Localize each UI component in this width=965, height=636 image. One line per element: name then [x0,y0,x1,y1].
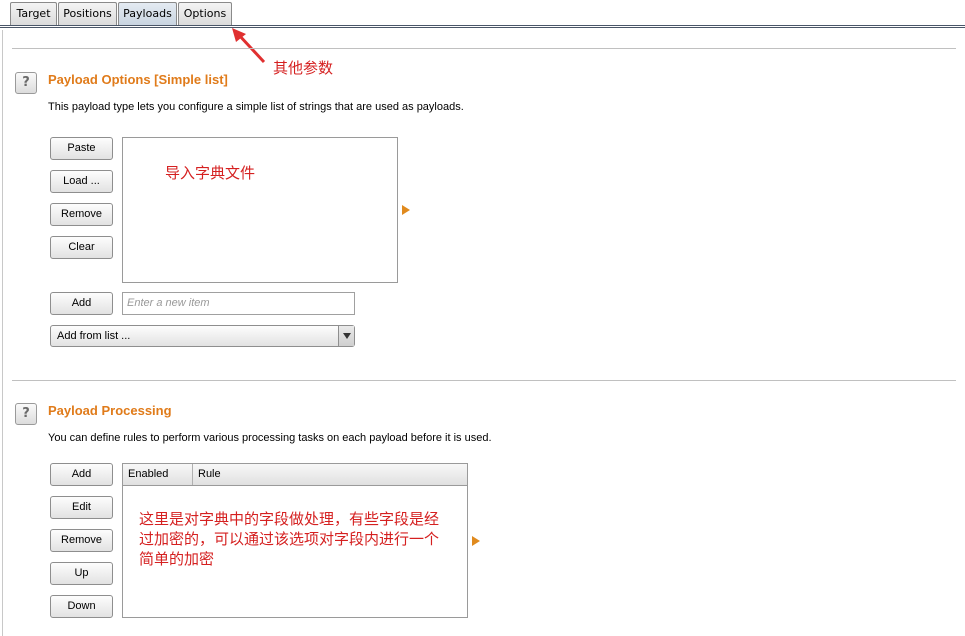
help-icon[interactable]: ? [15,72,37,94]
new-item-input[interactable]: Enter a new item [122,292,355,315]
rules-table-header: Enabled Rule [123,464,467,486]
annotation-arrow-icon [232,28,266,64]
expand-arrow-icon[interactable] [472,536,480,546]
payload-processing-description: You can define rules to perform various … [48,432,492,444]
tab-payloads[interactable]: Payloads [118,2,177,26]
column-enabled[interactable]: Enabled [123,464,193,485]
up-button[interactable]: Up [50,562,113,585]
tab-divider [0,25,965,26]
tab-divider-secondary [0,27,965,28]
expand-arrow-icon[interactable] [402,205,410,215]
add-from-list-label: Add from list ... [57,330,131,342]
options-annotation: 其他参数 [273,59,334,77]
add-item-button[interactable]: Add [50,292,113,315]
add-from-list-select[interactable]: Add from list ... [50,325,355,347]
import-annotation: 导入字典文件 [165,164,256,182]
remove-rule-button[interactable]: Remove [50,529,113,552]
payload-list[interactable] [122,137,398,283]
down-button[interactable]: Down [50,595,113,618]
tab-target[interactable]: Target [10,2,57,26]
chevron-down-icon[interactable] [338,326,354,346]
load-button[interactable]: Load ... [50,170,113,193]
section-divider [12,380,956,381]
help-icon[interactable]: ? [15,403,37,425]
column-rule[interactable]: Rule [193,464,467,485]
section-divider [12,48,956,49]
clear-button[interactable]: Clear [50,236,113,259]
payload-processing-title: Payload Processing [48,403,172,418]
tab-bar: Target Positions Payloads Options [0,0,965,30]
paste-button[interactable]: Paste [50,137,113,160]
content-border [2,30,3,636]
processing-annotation-line2: 过加密的，可以通过该选项对字段内进行一个 [139,530,440,548]
payload-options-description: This payload type lets you configure a s… [48,101,464,113]
tab-positions[interactable]: Positions [58,2,117,26]
processing-annotation-line1: 这里是对字典中的字段做处理，有些字段是经 [139,510,440,528]
add-rule-button[interactable]: Add [50,463,113,486]
processing-annotation-line3: 简单的加密 [139,550,215,568]
remove-button[interactable]: Remove [50,203,113,226]
payload-options-title: Payload Options [Simple list] [48,72,228,87]
tab-options[interactable]: Options [178,2,232,26]
edit-rule-button[interactable]: Edit [50,496,113,519]
